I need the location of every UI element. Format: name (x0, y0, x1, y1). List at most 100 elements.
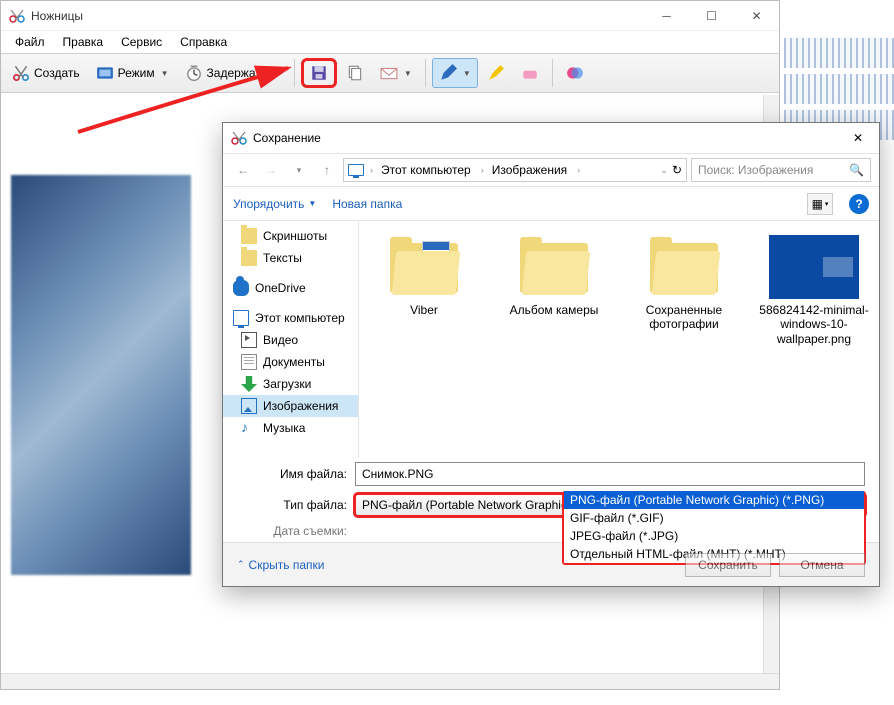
separator (552, 59, 553, 87)
nav-up-button[interactable]: ↑ (315, 158, 339, 182)
separator (425, 59, 426, 87)
folder-icon (384, 235, 464, 299)
tree-videos[interactable]: Видео (223, 329, 358, 351)
tree-onedrive[interactable]: OneDrive (223, 277, 358, 299)
captured-image (11, 175, 191, 575)
save-confirm-button[interactable]: Сохранить (685, 553, 771, 577)
folder-icon (644, 235, 724, 299)
toolbar: Создать Режим ▼ Задержать ▼ ▼ ▼ (1, 53, 779, 93)
maximize-button[interactable]: ☐ (689, 1, 734, 31)
filename-label: Имя файла: (237, 467, 347, 481)
chevron-right-icon: › (577, 165, 580, 175)
copy-icon (346, 64, 364, 82)
refresh-icon[interactable]: ↻ (672, 163, 682, 177)
cloud-icon (233, 280, 249, 296)
close-button[interactable]: ✕ (734, 1, 779, 31)
filetype-option[interactable]: JPEG-файл (*.JPG) (564, 527, 864, 545)
app-icon (9, 8, 25, 24)
file-item[interactable]: Viber (369, 235, 479, 317)
breadcrumb-pc[interactable]: Этот компьютер (379, 163, 475, 177)
eraser-button[interactable] (514, 58, 546, 88)
file-item[interactable]: Сохраненные фотографии (629, 235, 739, 332)
clock-icon (185, 64, 203, 82)
filename-row: Имя файла: (223, 458, 879, 490)
document-icon (241, 354, 257, 370)
image-thumbnail (769, 235, 859, 299)
tree-documents[interactable]: Документы (223, 351, 358, 373)
pen-icon (439, 64, 457, 82)
folder-icon (241, 228, 257, 244)
save-icon (310, 64, 328, 82)
new-snip-button[interactable]: Создать (5, 58, 87, 88)
mode-icon (96, 64, 114, 82)
highlighter-icon (487, 64, 505, 82)
chevron-down-icon: ▼ (161, 69, 169, 78)
pc-icon (348, 164, 364, 176)
save-button[interactable] (301, 58, 337, 88)
menubar: Файл Правка Сервис Справка (1, 31, 779, 53)
menu-help[interactable]: Справка (172, 33, 235, 51)
tree-music[interactable]: ♪Музыка (223, 417, 358, 439)
menu-file[interactable]: Файл (7, 33, 53, 51)
minimize-button[interactable]: ─ (644, 1, 689, 31)
chevron-down-icon[interactable]: ⌄ (660, 165, 668, 176)
mode-label: Режим (118, 66, 155, 80)
nav-forward-button[interactable]: → (259, 158, 283, 182)
horizontal-scrollbar[interactable] (1, 673, 779, 689)
view-button[interactable]: ▦ ▾ (807, 193, 833, 215)
dialog-close-button[interactable]: ✕ (837, 125, 879, 151)
filetype-option[interactable]: GIF-файл (*.GIF) (564, 509, 864, 527)
file-item[interactable]: 586824142-minimal-windows-10-wallpaper.p… (759, 235, 869, 346)
tree-texts[interactable]: Тексты (223, 247, 358, 269)
paint3d-button[interactable] (559, 58, 591, 88)
filetype-option[interactable]: PNG-файл (Portable Network Graphic) (*.P… (564, 491, 864, 509)
eraser-icon (521, 64, 539, 82)
scissors-icon (12, 64, 30, 82)
copy-button[interactable] (339, 58, 371, 88)
cancel-button[interactable]: Отмена (779, 553, 865, 577)
file-item[interactable]: Альбом камеры (499, 235, 609, 317)
filename-input[interactable] (355, 462, 865, 486)
chevron-down-icon: ▼ (273, 69, 281, 78)
delay-label: Задержать (207, 66, 267, 80)
app-icon (231, 130, 247, 146)
tree-pictures[interactable]: Изображения (223, 395, 358, 417)
breadcrumb-pictures[interactable]: Изображения (490, 163, 571, 177)
video-icon (241, 332, 257, 348)
mode-button[interactable]: Режим ▼ (89, 58, 176, 88)
nav-tree: Скриншоты Тексты OneDrive Этот компьютер… (223, 221, 359, 458)
send-button[interactable]: ▼ (373, 58, 419, 88)
hide-folders-button[interactable]: ⌃ Скрыть папки (237, 558, 324, 572)
titlebar: Ножницы ─ ☐ ✕ (1, 1, 779, 31)
help-button[interactable]: ? (849, 194, 869, 214)
menu-tools[interactable]: Сервис (113, 33, 170, 51)
pc-icon (233, 310, 249, 326)
new-label: Создать (34, 66, 80, 80)
delay-button[interactable]: Задержать ▼ (178, 58, 288, 88)
search-placeholder: Поиск: Изображения (698, 163, 813, 177)
address-bar[interactable]: › Этот компьютер › Изображения › ⌄ ↻ (343, 158, 687, 182)
tree-this-pc[interactable]: Этот компьютер (223, 307, 358, 329)
search-box[interactable]: Поиск: Изображения 🔍 (691, 158, 871, 182)
file-list[interactable]: Viber Альбом камеры Сохраненные фотограф… (359, 221, 879, 458)
chevron-down-icon: ▼ (463, 69, 471, 78)
chevron-down-icon: ▼ (404, 69, 412, 78)
music-icon: ♪ (241, 420, 257, 436)
highlighter-button[interactable] (480, 58, 512, 88)
paint3d-icon (566, 64, 584, 82)
pictures-icon (241, 398, 257, 414)
new-folder-button[interactable]: Новая папка (332, 197, 402, 211)
separator (294, 59, 295, 87)
chevron-right-icon: › (481, 165, 484, 175)
tree-screenshots[interactable]: Скриншоты (223, 225, 358, 247)
organize-button[interactable]: Упорядочить ▼ (233, 197, 316, 211)
tree-downloads[interactable]: Загрузки (223, 373, 358, 395)
window-title: Ножницы (31, 9, 644, 23)
nav-back-button[interactable]: ← (231, 158, 255, 182)
pen-button[interactable]: ▼ (432, 58, 478, 88)
chevron-right-icon: › (370, 165, 373, 175)
dialog-titlebar: Сохранение ✕ (223, 123, 879, 153)
download-icon (241, 376, 257, 392)
nav-recent-button[interactable]: ▾ (287, 158, 311, 182)
menu-edit[interactable]: Правка (55, 33, 112, 51)
